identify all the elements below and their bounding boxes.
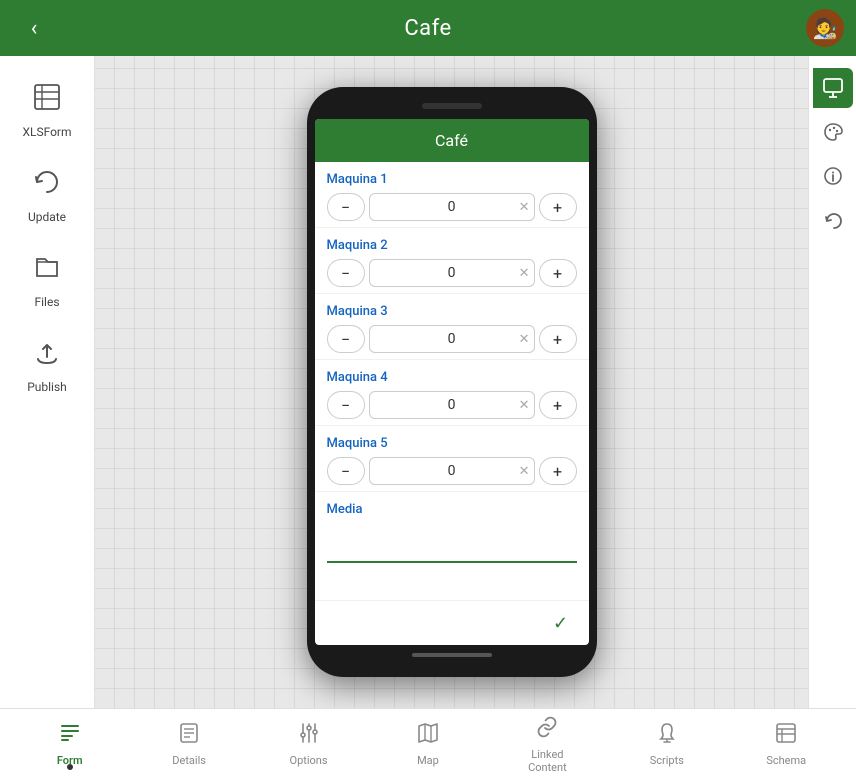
phone-app-body[interactable]: Maquina 1 − 0 ✕ + Maquina 2 −: [315, 162, 589, 600]
main-content: Café Maquina 1 − 0 ✕ +: [95, 56, 808, 708]
machine-label-4: Maquina 4: [327, 370, 577, 385]
phone-notch: [422, 103, 482, 109]
machine-label-3: Maquina 3: [327, 304, 577, 319]
value-4[interactable]: 0 ✕: [369, 391, 535, 419]
machine-row-1: Maquina 1 − 0 ✕ +: [315, 162, 589, 228]
publish-label: Publish: [27, 380, 67, 394]
right-tool-monitor[interactable]: [813, 68, 853, 108]
phone-screen: Café Maquina 1 − 0 ✕ +: [315, 119, 589, 645]
media-row: Media: [315, 492, 589, 569]
decrement-btn-2[interactable]: −: [327, 259, 365, 287]
value-2[interactable]: 0 ✕: [369, 259, 535, 287]
avatar[interactable]: 🧑‍🎨: [806, 9, 844, 47]
map-tab-label: Map: [417, 754, 439, 767]
tab-options[interactable]: Options: [274, 715, 344, 773]
sidebar-item-update[interactable]: Update: [7, 157, 87, 234]
xlsform-icon: [32, 82, 62, 119]
linked-tab-icon: [535, 715, 559, 745]
update-icon: [32, 167, 62, 204]
files-icon: [32, 252, 62, 289]
machine-row-4: Maquina 4 − 0 ✕ +: [315, 360, 589, 426]
phone-footer: ✓: [315, 600, 589, 645]
scripts-tab-label: Scripts: [650, 754, 684, 767]
media-label: Media: [327, 502, 577, 517]
value-1[interactable]: 0 ✕: [369, 193, 535, 221]
top-header: ‹ Cafe 🧑‍🎨: [0, 0, 856, 56]
details-tab-label: Details: [172, 754, 206, 767]
machine-label-5: Maquina 5: [327, 436, 577, 451]
page-title: Cafe: [404, 16, 451, 41]
phone-app-header: Café: [315, 119, 589, 162]
bottom-tab-bar: Form Details: [0, 708, 856, 780]
machine-label-2: Maquina 2: [327, 238, 577, 253]
linked-tab-label: Linked Content: [528, 748, 567, 774]
phone-home-bar: [412, 653, 492, 657]
sidebar-item-publish[interactable]: Publish: [7, 327, 87, 404]
increment-btn-1[interactable]: +: [539, 193, 577, 221]
tab-details[interactable]: Details: [154, 715, 224, 773]
form-tab-icon: [58, 721, 82, 751]
right-tool-palette[interactable]: [813, 112, 853, 152]
xlsform-label: XLSForm: [22, 125, 71, 139]
app-title: Café: [435, 131, 468, 150]
stepper-row-5: − 0 ✕ +: [327, 457, 577, 485]
tab-schema[interactable]: Schema: [751, 715, 821, 773]
media-input[interactable]: [327, 523, 577, 563]
left-sidebar: XLSForm Update Files Publish: [0, 56, 95, 708]
increment-btn-5[interactable]: +: [539, 457, 577, 485]
tab-linked[interactable]: Linked Content: [512, 709, 582, 780]
decrement-btn-5[interactable]: −: [327, 457, 365, 485]
value-3[interactable]: 0 ✕: [369, 325, 535, 353]
back-button[interactable]: ‹: [16, 10, 52, 46]
phone-frame: Café Maquina 1 − 0 ✕ +: [307, 87, 597, 677]
files-label: Files: [34, 295, 59, 309]
form-tab-dot: [67, 764, 73, 770]
stepper-row-1: − 0 ✕ +: [327, 193, 577, 221]
right-tool-undo[interactable]: [813, 200, 853, 240]
machine-row-5: Maquina 5 − 0 ✕ +: [315, 426, 589, 492]
decrement-btn-3[interactable]: −: [327, 325, 365, 353]
clear-btn-2[interactable]: ✕: [519, 266, 530, 281]
machine-label-1: Maquina 1: [327, 172, 577, 187]
increment-btn-3[interactable]: +: [539, 325, 577, 353]
clear-btn-5[interactable]: ✕: [519, 464, 530, 479]
decrement-btn-1[interactable]: −: [327, 193, 365, 221]
increment-btn-4[interactable]: +: [539, 391, 577, 419]
schema-tab-icon: [774, 721, 798, 751]
schema-tab-label: Schema: [766, 754, 806, 767]
stepper-row-2: − 0 ✕ +: [327, 259, 577, 287]
scripts-tab-icon: [655, 721, 679, 751]
clear-btn-4[interactable]: ✕: [519, 398, 530, 413]
publish-icon: [32, 337, 62, 374]
tab-form-wrap: Form: [35, 715, 105, 773]
sidebar-item-xlsform[interactable]: XLSForm: [7, 72, 87, 149]
options-tab-label: Options: [290, 754, 328, 767]
decrement-btn-4[interactable]: −: [327, 391, 365, 419]
update-label: Update: [28, 210, 66, 224]
stepper-row-3: − 0 ✕ +: [327, 325, 577, 353]
confirm-button[interactable]: ✓: [545, 609, 577, 637]
sidebar-item-files[interactable]: Files: [7, 242, 87, 319]
options-tab-icon: [297, 721, 321, 751]
tab-map[interactable]: Map: [393, 715, 463, 773]
machine-row-3: Maquina 3 − 0 ✕ +: [315, 294, 589, 360]
tab-scripts[interactable]: Scripts: [632, 715, 702, 773]
details-tab-icon: [177, 721, 201, 751]
clear-btn-3[interactable]: ✕: [519, 332, 530, 347]
right-sidebar: [808, 56, 856, 708]
increment-btn-2[interactable]: +: [539, 259, 577, 287]
value-5[interactable]: 0 ✕: [369, 457, 535, 485]
stepper-row-4: − 0 ✕ +: [327, 391, 577, 419]
map-tab-icon: [416, 721, 440, 751]
right-tool-info[interactable]: [813, 156, 853, 196]
machine-row-2: Maquina 2 − 0 ✕ +: [315, 228, 589, 294]
clear-btn-1[interactable]: ✕: [519, 200, 530, 215]
